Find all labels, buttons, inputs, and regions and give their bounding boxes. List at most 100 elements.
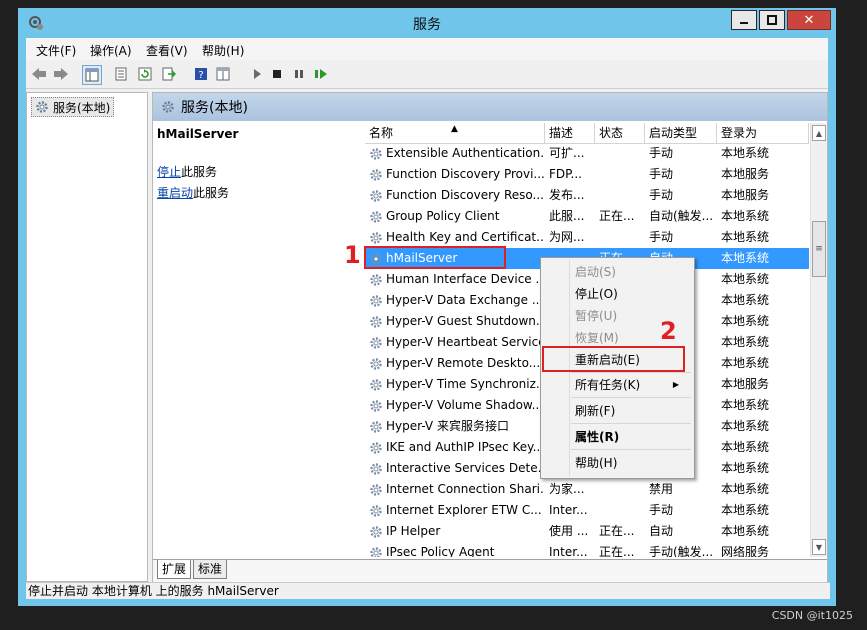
cell-name: Hyper-V Guest Shutdown... xyxy=(369,311,545,332)
service-name: Extensible Authentication... xyxy=(386,146,545,160)
table-row[interactable]: Group Policy Client 此服... 正在... 自动(触发... 本地系… xyxy=(365,206,809,227)
cell-name: Interactive Services Dete... xyxy=(369,458,545,479)
column-header-status[interactable]: 状态 xyxy=(595,123,645,143)
cell-logon-as: 本地系统 xyxy=(721,356,770,370)
tab-extended[interactable]: 扩展 xyxy=(157,560,192,579)
menu-item-refresh[interactable]: 刷新(F) xyxy=(575,401,615,421)
export-icon[interactable] xyxy=(160,65,178,83)
cell-name: Hyper-V 来宾服务接口 xyxy=(369,416,545,437)
menu-separator xyxy=(571,449,691,450)
maximize-button[interactable] xyxy=(759,10,785,30)
cell-startup-type: 手动(触发... xyxy=(649,545,714,557)
menu-item-stop[interactable]: 停止(O) xyxy=(575,284,618,304)
gear-icon xyxy=(369,420,383,434)
service-name: Function Discovery Provi... xyxy=(386,167,545,181)
scroll-down-button[interactable]: ▼ xyxy=(812,539,826,555)
maximize-icon xyxy=(767,15,777,25)
menu-view[interactable]: 查看(V) xyxy=(146,42,188,59)
menu-item-help[interactable]: 帮助(H) xyxy=(575,453,617,473)
menu-action[interactable]: 操作(A) xyxy=(90,42,132,59)
cell-name: Function Discovery Reso... xyxy=(369,185,545,206)
service-name: Hyper-V Guest Shutdown... xyxy=(386,314,545,328)
play-icon[interactable] xyxy=(248,65,266,83)
column-header-description[interactable]: 描述 xyxy=(545,123,595,143)
gear-icon xyxy=(369,273,383,287)
service-name: IPsec Policy Agent xyxy=(386,545,495,557)
service-name: IKE and AuthIP IPsec Key... xyxy=(386,440,545,454)
table-row[interactable]: Function Discovery Provi... FDP... 手动 本地服务 xyxy=(365,164,809,185)
gear-icon xyxy=(369,294,383,308)
cell-logon-as: 网络服务 xyxy=(721,545,770,557)
close-button[interactable]: ✕ xyxy=(787,10,831,30)
cell-logon-as: 本地系统 xyxy=(721,524,770,538)
table-row[interactable]: Extensible Authentication... 可扩... 手动 本地系统 xyxy=(365,143,809,164)
cell-description: 发布... xyxy=(549,188,585,202)
cell-logon-as: 本地系统 xyxy=(721,146,770,160)
vertical-scrollbar[interactable]: ▲ ≡ ▼ xyxy=(810,123,827,557)
scroll-up-button[interactable]: ▲ xyxy=(812,125,826,141)
menu-item-pause[interactable]: 暂停(U) xyxy=(575,306,617,326)
column-header-logon-as[interactable]: 登录为 xyxy=(717,123,809,143)
cell-logon-as: 本地系统 xyxy=(721,503,770,517)
cell-status xyxy=(599,185,645,206)
cell-name: Hyper-V Heartbeat Service xyxy=(369,332,545,353)
table-row[interactable]: IP Helper 使用 ... 正在... 自动 本地系统 xyxy=(365,521,809,542)
gear-icon xyxy=(369,357,383,371)
cell-startup-type: 手动 xyxy=(649,167,674,181)
table-row[interactable]: Function Discovery Reso... 发布... 手动 本地服务 xyxy=(365,185,809,206)
services-window: 服务 ✕ 文件(F) 操作(A) 查看(V) 帮助(H) ? 服务(本地) 服务… xyxy=(18,8,836,606)
services-pane: 服务(本地) hMailServer 停止此服务 重启动此服务 名称 ▲ 描述 xyxy=(152,92,828,582)
pane-header: 服务(本地) xyxy=(153,93,827,121)
cell-name: Hyper-V Time Synchroniz... xyxy=(369,374,545,395)
refresh-icon[interactable] xyxy=(136,65,154,83)
menu-help[interactable]: 帮助(H) xyxy=(202,42,244,59)
menu-item-all-tasks[interactable]: 所有任务(K) ▶ xyxy=(575,375,687,395)
tree-item-services-local[interactable]: 服务(本地) xyxy=(31,97,115,117)
cell-status xyxy=(599,479,645,500)
table-row[interactable]: Health Key and Certificat... 为网... 手动 本地系统 xyxy=(365,227,809,248)
detail-restart-line: 重启动此服务 xyxy=(157,184,357,201)
cell-description: FDP... xyxy=(549,167,582,181)
gear-icon xyxy=(36,101,48,113)
table-row[interactable]: IPsec Policy Agent Inter... 正在... 手动(触发... 网… xyxy=(365,542,809,557)
stop-icon[interactable] xyxy=(268,65,286,83)
gear-icon xyxy=(369,147,383,161)
cell-startup-type: 手动 xyxy=(649,503,674,517)
gear-icon xyxy=(369,525,383,539)
show-tree-icon[interactable] xyxy=(82,65,102,85)
annotation-marker-1: 1 xyxy=(344,241,361,269)
properties-icon[interactable] xyxy=(112,65,130,83)
restart-service-link[interactable]: 重启动 xyxy=(157,186,193,200)
help-icon[interactable]: ? xyxy=(192,65,210,83)
table-row[interactable]: Internet Explorer ETW C... Inter... 手动 本地系统 xyxy=(365,500,809,521)
menu-file[interactable]: 文件(F) xyxy=(36,42,76,59)
cell-name: Group Policy Client xyxy=(369,206,545,227)
cell-logon-as: 本地系统 xyxy=(721,461,770,475)
service-name: Hyper-V Volume Shadow... xyxy=(386,398,544,412)
forward-icon[interactable] xyxy=(52,65,70,83)
back-icon[interactable] xyxy=(30,65,48,83)
pause-icon[interactable] xyxy=(290,65,308,83)
resume-icon[interactable] xyxy=(312,65,330,83)
menu-item-start[interactable]: 启动(S) xyxy=(575,262,616,282)
stop-service-link[interactable]: 停止 xyxy=(157,165,181,179)
gear-icon xyxy=(369,546,383,557)
tab-standard[interactable]: 标准 xyxy=(193,560,228,579)
scroll-thumb[interactable]: ≡ xyxy=(812,221,826,277)
service-name: Hyper-V Data Exchange ... xyxy=(386,293,544,307)
column-header-startup-type[interactable]: 启动类型 xyxy=(645,123,717,143)
cell-logon-as: 本地系统 xyxy=(721,230,770,244)
column-header-name[interactable]: 名称 ▲ xyxy=(365,123,545,143)
menu-item-resume[interactable]: 恢复(M) xyxy=(575,328,619,348)
view-icon[interactable] xyxy=(214,65,232,83)
cell-name: Hyper-V Data Exchange ... xyxy=(369,290,545,311)
minimize-button[interactable] xyxy=(731,10,757,30)
cell-description: 可扩... xyxy=(549,146,585,160)
cell-logon-as: 本地系统 xyxy=(721,482,770,496)
cell-status: 正在... xyxy=(599,524,635,538)
cell-status xyxy=(599,143,645,164)
service-name: Function Discovery Reso... xyxy=(386,188,544,202)
menu-item-properties[interactable]: 属性(R) xyxy=(575,427,619,447)
tree-item-label: 服务(本地) xyxy=(53,100,111,115)
table-row[interactable]: Internet Connection Shari... 为家... 禁用 本地系统 xyxy=(365,479,809,500)
